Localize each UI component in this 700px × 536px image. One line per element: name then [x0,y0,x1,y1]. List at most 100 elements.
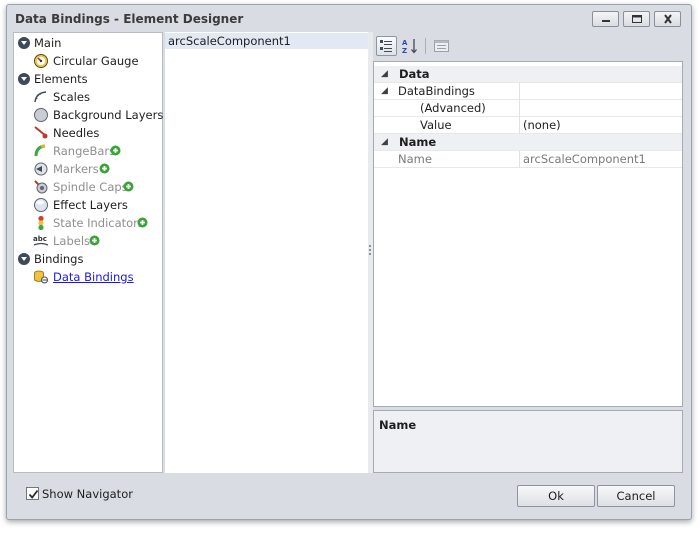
maximize-icon [632,15,642,23]
list-item-selected[interactable]: arcScaleComponent1 [165,33,368,49]
marker-icon [34,162,48,176]
expand-triangle-icon[interactable]: ◢ [381,137,388,147]
nav-category-main[interactable]: Main [14,34,162,52]
window-title: Data Bindings - Element Designer [15,12,244,26]
title-bar[interactable]: Data Bindings - Element Designer [7,5,691,32]
property-toolbar: A Z [373,32,683,61]
categorized-button[interactable] [376,36,397,56]
nav-item-label: Markers [53,162,99,176]
nav-item-label: Labels [53,234,91,248]
nav-item-rangebars[interactable]: RangeBars [14,142,162,160]
scale-arc-icon [34,91,47,103]
add-rangebar-icon[interactable] [110,145,121,156]
nav-item-scales[interactable]: Scales [14,88,162,106]
grip-dot [369,245,371,247]
grip-dot [369,249,371,251]
data-binding-icon [34,270,48,284]
property-label: Name [398,152,432,166]
grid-row-value[interactable]: Value (none) [374,117,682,134]
property-pages-button[interactable] [431,36,452,56]
grid-category-data[interactable]: ◢ Data [374,66,682,83]
minimize-icon [602,20,610,22]
circular-gauge-icon [34,54,48,68]
grip-dot [369,253,371,255]
add-state-indicator-icon[interactable] [137,217,148,228]
expand-triangle-icon[interactable]: ◢ [381,86,388,96]
nav-category-label: Elements [34,72,88,86]
nav-item-label: RangeBars [53,144,116,158]
grid-category-name[interactable]: ◢ Name [374,134,682,151]
nav-item-background-layers[interactable]: Background Layers [14,106,164,124]
category-label: Name [399,135,437,149]
toolbar-separator [425,38,426,54]
add-spindle-cap-icon[interactable] [123,181,134,192]
categorized-view-icon [380,40,392,52]
property-grid: ◢ Data ◢ DataBindings (Advanced) Value (… [373,61,683,407]
nav-item-data-bindings[interactable]: Data Bindings [14,268,162,286]
nav-item-label: Needles [53,126,100,140]
property-value[interactable]: arcScaleComponent1 [523,152,646,166]
nav-item-state-indicators[interactable]: State Indicators [14,214,162,232]
column-divider [519,117,520,134]
expand-triangle-icon[interactable]: ◢ [381,69,388,79]
nav-item-label: Background Layers [53,108,164,122]
nav-item-needles[interactable]: Needles [14,124,162,142]
nav-item-label: Scales [53,90,90,104]
nav-category-elements[interactable]: Elements [14,70,162,88]
spindle-cap-icon [34,180,48,194]
cancel-button[interactable]: Cancel [597,485,675,507]
property-label: DataBindings [398,84,475,98]
svg-text:abc: abc [33,235,47,243]
property-label: Value [420,118,452,132]
nav-category-label: Bindings [34,252,84,266]
add-marker-icon[interactable] [99,163,110,174]
checkmark-icon [28,489,39,499]
category-label: Data [399,67,430,81]
nav-item-markers[interactable]: Markers [14,160,162,178]
state-indicator-icon [38,215,44,231]
nav-item-circular-gauge[interactable]: Circular Gauge [14,52,162,70]
column-divider [519,83,520,100]
element-designer-window: Data Bindings - Element Designer Main Ci… [6,4,692,520]
needle-icon [34,126,48,139]
minimize-button[interactable] [592,11,619,27]
navigator-tree: Main Circular Gauge Elements Scales Back… [13,32,163,473]
show-navigator-checkbox[interactable] [26,487,39,500]
collapse-icon[interactable] [16,71,32,87]
property-pages-icon [434,40,449,52]
collapse-icon[interactable] [16,35,32,51]
maximize-button[interactable] [623,11,650,27]
grid-row-databindings[interactable]: ◢ DataBindings [374,83,682,100]
labels-abc-icon: abc [33,235,49,246]
close-icon [664,14,672,24]
nav-item-effect-layers[interactable]: Effect Layers [14,196,162,214]
property-label: (Advanced) [420,101,486,115]
collapse-icon[interactable] [16,251,32,267]
alphabetical-sort-icon: A Z [402,39,417,55]
nav-item-spindle-caps[interactable]: Spindle Caps [14,178,162,196]
grid-row-advanced[interactable]: (Advanced) [374,100,682,117]
column-divider [519,151,520,168]
nav-item-label: Effect Layers [53,198,128,212]
range-bar-icon [34,144,46,157]
nav-item-label: State Indicators [53,216,144,230]
show-navigator-label[interactable]: Show Navigator [42,487,133,501]
svg-text:A: A [402,39,408,47]
nav-item-label: Circular Gauge [53,54,139,68]
nav-category-label: Main [34,36,62,50]
element-list: arcScaleComponent1 [165,32,368,473]
nav-item-label: Spindle Caps [53,180,128,194]
effect-layer-icon [34,198,48,212]
property-description-panel: Name [373,410,683,473]
background-layer-icon [34,108,48,122]
alphabetical-button[interactable]: A Z [400,36,421,56]
nav-category-bindings[interactable]: Bindings [14,250,162,268]
column-divider [519,100,520,117]
property-value[interactable]: (none) [523,118,561,132]
nav-item-labels[interactable]: abc Labels [14,232,162,250]
close-button[interactable] [654,11,681,27]
ok-button[interactable]: Ok [517,485,595,507]
add-label-icon[interactable] [89,235,100,246]
grid-row-name[interactable]: Name arcScaleComponent1 [374,151,682,168]
nav-item-label: Data Bindings [53,270,134,284]
